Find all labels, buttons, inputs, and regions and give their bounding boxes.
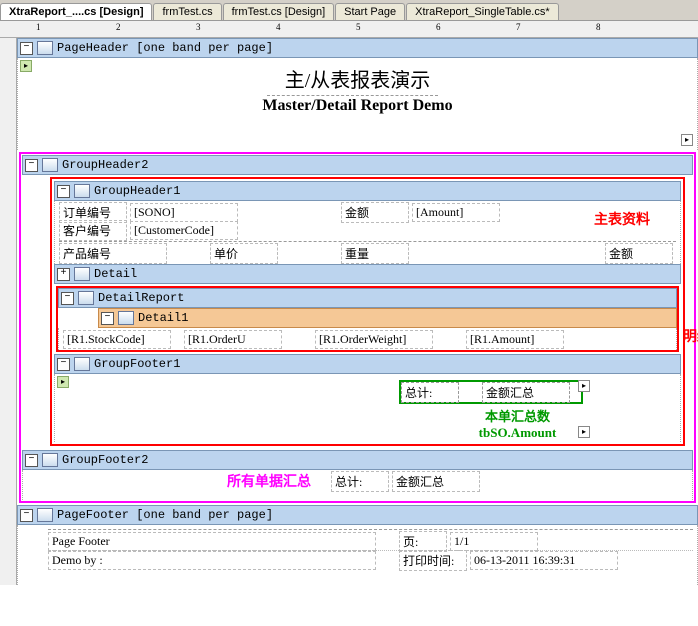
- field-printtime[interactable]: 06-13-2011 16:39:31: [470, 551, 618, 570]
- tab-singletable[interactable]: XtraReport_SingleTable.cs*: [406, 3, 559, 20]
- band-groupfooter2[interactable]: − GroupFooter2: [22, 450, 693, 470]
- ruler-mark: 2: [116, 22, 121, 32]
- label-total2[interactable]: 总计:: [331, 471, 389, 492]
- collapse-icon[interactable]: −: [25, 159, 38, 172]
- label-total[interactable]: 总计:: [401, 382, 459, 403]
- smart-tag-icon[interactable]: ▸: [578, 426, 590, 438]
- field-amountsum2[interactable]: 金额汇总: [392, 471, 480, 492]
- band-label: PageFooter [one band per page]: [57, 508, 273, 522]
- band-icon: [78, 291, 94, 305]
- field-pagenum[interactable]: 1/1: [450, 532, 538, 551]
- band-icon: [118, 311, 134, 325]
- col-price[interactable]: 单价: [210, 243, 278, 264]
- collapse-icon[interactable]: −: [57, 185, 70, 198]
- band-detail[interactable]: + Detail: [54, 264, 681, 284]
- band-label: Detail: [94, 267, 137, 281]
- band-label: Detail1: [138, 311, 188, 325]
- label-pagefooter-title[interactable]: Page Footer: [48, 532, 376, 551]
- band-icon: [74, 267, 90, 281]
- band-label: GroupHeader1: [94, 184, 180, 198]
- collapse-icon[interactable]: −: [25, 454, 38, 467]
- label-amount[interactable]: 金额: [341, 202, 409, 223]
- col-prodno[interactable]: 产品编号: [59, 243, 167, 264]
- field-orderu[interactable]: [R1.OrderU: [184, 330, 282, 349]
- annotation-allbands-box: − GroupHeader2 − GroupHeader1 订单编号 [SONO…: [19, 152, 696, 503]
- tab-design[interactable]: XtraReport_....cs [Design]: [0, 3, 152, 20]
- annotation-singlesum: 本单汇总数 tbSO.Amount: [359, 406, 676, 441]
- band-detailreport[interactable]: − DetailReport: [58, 288, 677, 308]
- col-weight[interactable]: 重量: [341, 243, 409, 264]
- ruler-mark: 7: [516, 22, 521, 32]
- band-label: GroupFooter1: [94, 357, 180, 371]
- title-chinese[interactable]: 主/从表报表演示: [22, 60, 693, 97]
- design-surface[interactable]: − PageHeader [one band per page] ▸ 主/从表报…: [17, 38, 698, 585]
- label-printtime[interactable]: 打印时间:: [399, 550, 467, 571]
- annotation-allsum: 所有单据汇总: [227, 471, 311, 491]
- collapse-icon[interactable]: −: [101, 312, 114, 325]
- horizontal-ruler: 1 2 3 4 5 6 7 8: [0, 21, 698, 38]
- band-icon: [74, 357, 90, 371]
- field-orderweight[interactable]: [R1.OrderWeight]: [315, 330, 433, 349]
- smart-tag-icon[interactable]: ▸: [681, 134, 693, 146]
- collapse-icon[interactable]: −: [57, 358, 70, 371]
- field-stockcode[interactable]: [R1.StockCode]: [63, 330, 171, 349]
- smart-tag-icon[interactable]: ▸: [57, 376, 69, 388]
- band-detail1[interactable]: − Detail1: [98, 308, 677, 328]
- band-label: PageHeader [one band per page]: [57, 41, 273, 55]
- band-pagefooter[interactable]: − PageFooter [one band per page]: [17, 505, 698, 525]
- ruler-mark: 5: [356, 22, 361, 32]
- title-english[interactable]: Master/Detail Report Demo: [22, 97, 693, 121]
- band-icon: [42, 453, 58, 467]
- expand-icon[interactable]: +: [57, 268, 70, 281]
- field-r1amount[interactable]: [R1.Amount]: [466, 330, 564, 349]
- band-groupfooter1[interactable]: − GroupFooter1: [54, 354, 681, 374]
- ruler-mark: 1: [36, 22, 41, 32]
- band-icon: [42, 158, 58, 172]
- collapse-icon[interactable]: −: [61, 292, 74, 305]
- band-groupheader2[interactable]: − GroupHeader2: [22, 155, 693, 175]
- collapse-icon[interactable]: −: [20, 42, 33, 55]
- field-customer[interactable]: [CustomerCode]: [130, 221, 238, 240]
- field-amountsum[interactable]: 金额汇总: [482, 382, 570, 403]
- band-label: GroupFooter2: [62, 453, 148, 467]
- vertical-ruler: [0, 38, 17, 585]
- collapse-icon[interactable]: −: [20, 509, 33, 522]
- band-label: DetailReport: [98, 291, 184, 305]
- field-sono[interactable]: [SONO]: [130, 203, 238, 222]
- label-page[interactable]: 页:: [399, 531, 447, 552]
- band-label: GroupHeader2: [62, 158, 148, 172]
- smart-tag-icon[interactable]: ▸: [578, 380, 590, 392]
- tab-bar: XtraReport_....cs [Design] frmTest.cs fr…: [0, 0, 698, 21]
- tab-frmtest-design[interactable]: frmTest.cs [Design]: [223, 3, 335, 20]
- ruler-mark: 6: [436, 22, 441, 32]
- ruler-mark: 3: [196, 22, 201, 32]
- annotation-detail-box: − DetailReport − Detail1 [R1.StockCode]: [56, 286, 679, 352]
- band-pageheader[interactable]: − PageHeader [one band per page]: [17, 38, 698, 58]
- band-icon: [74, 184, 90, 198]
- ruler-mark: 8: [596, 22, 601, 32]
- col-amount[interactable]: 金额: [605, 243, 673, 264]
- tab-frmtest-cs[interactable]: frmTest.cs: [153, 3, 221, 20]
- annotation-detail: 明细表资料: [679, 326, 698, 346]
- band-icon: [37, 41, 53, 55]
- label-demoby[interactable]: Demo by :: [48, 551, 376, 570]
- tab-start-page[interactable]: Start Page: [335, 3, 405, 20]
- annotation-master-box: − GroupHeader1 订单编号 [SONO] 金额 [Amount] 客…: [50, 177, 685, 446]
- field-amount[interactable]: [Amount]: [412, 203, 500, 222]
- annotation-singlesum-box: 总计: 金额汇总: [399, 380, 583, 404]
- annotation-master: 主表资料: [594, 209, 650, 229]
- ruler-mark: 4: [276, 22, 281, 32]
- label-customer[interactable]: 客户编号: [59, 220, 127, 241]
- band-groupheader1[interactable]: − GroupHeader1: [54, 181, 681, 201]
- band-icon: [37, 508, 53, 522]
